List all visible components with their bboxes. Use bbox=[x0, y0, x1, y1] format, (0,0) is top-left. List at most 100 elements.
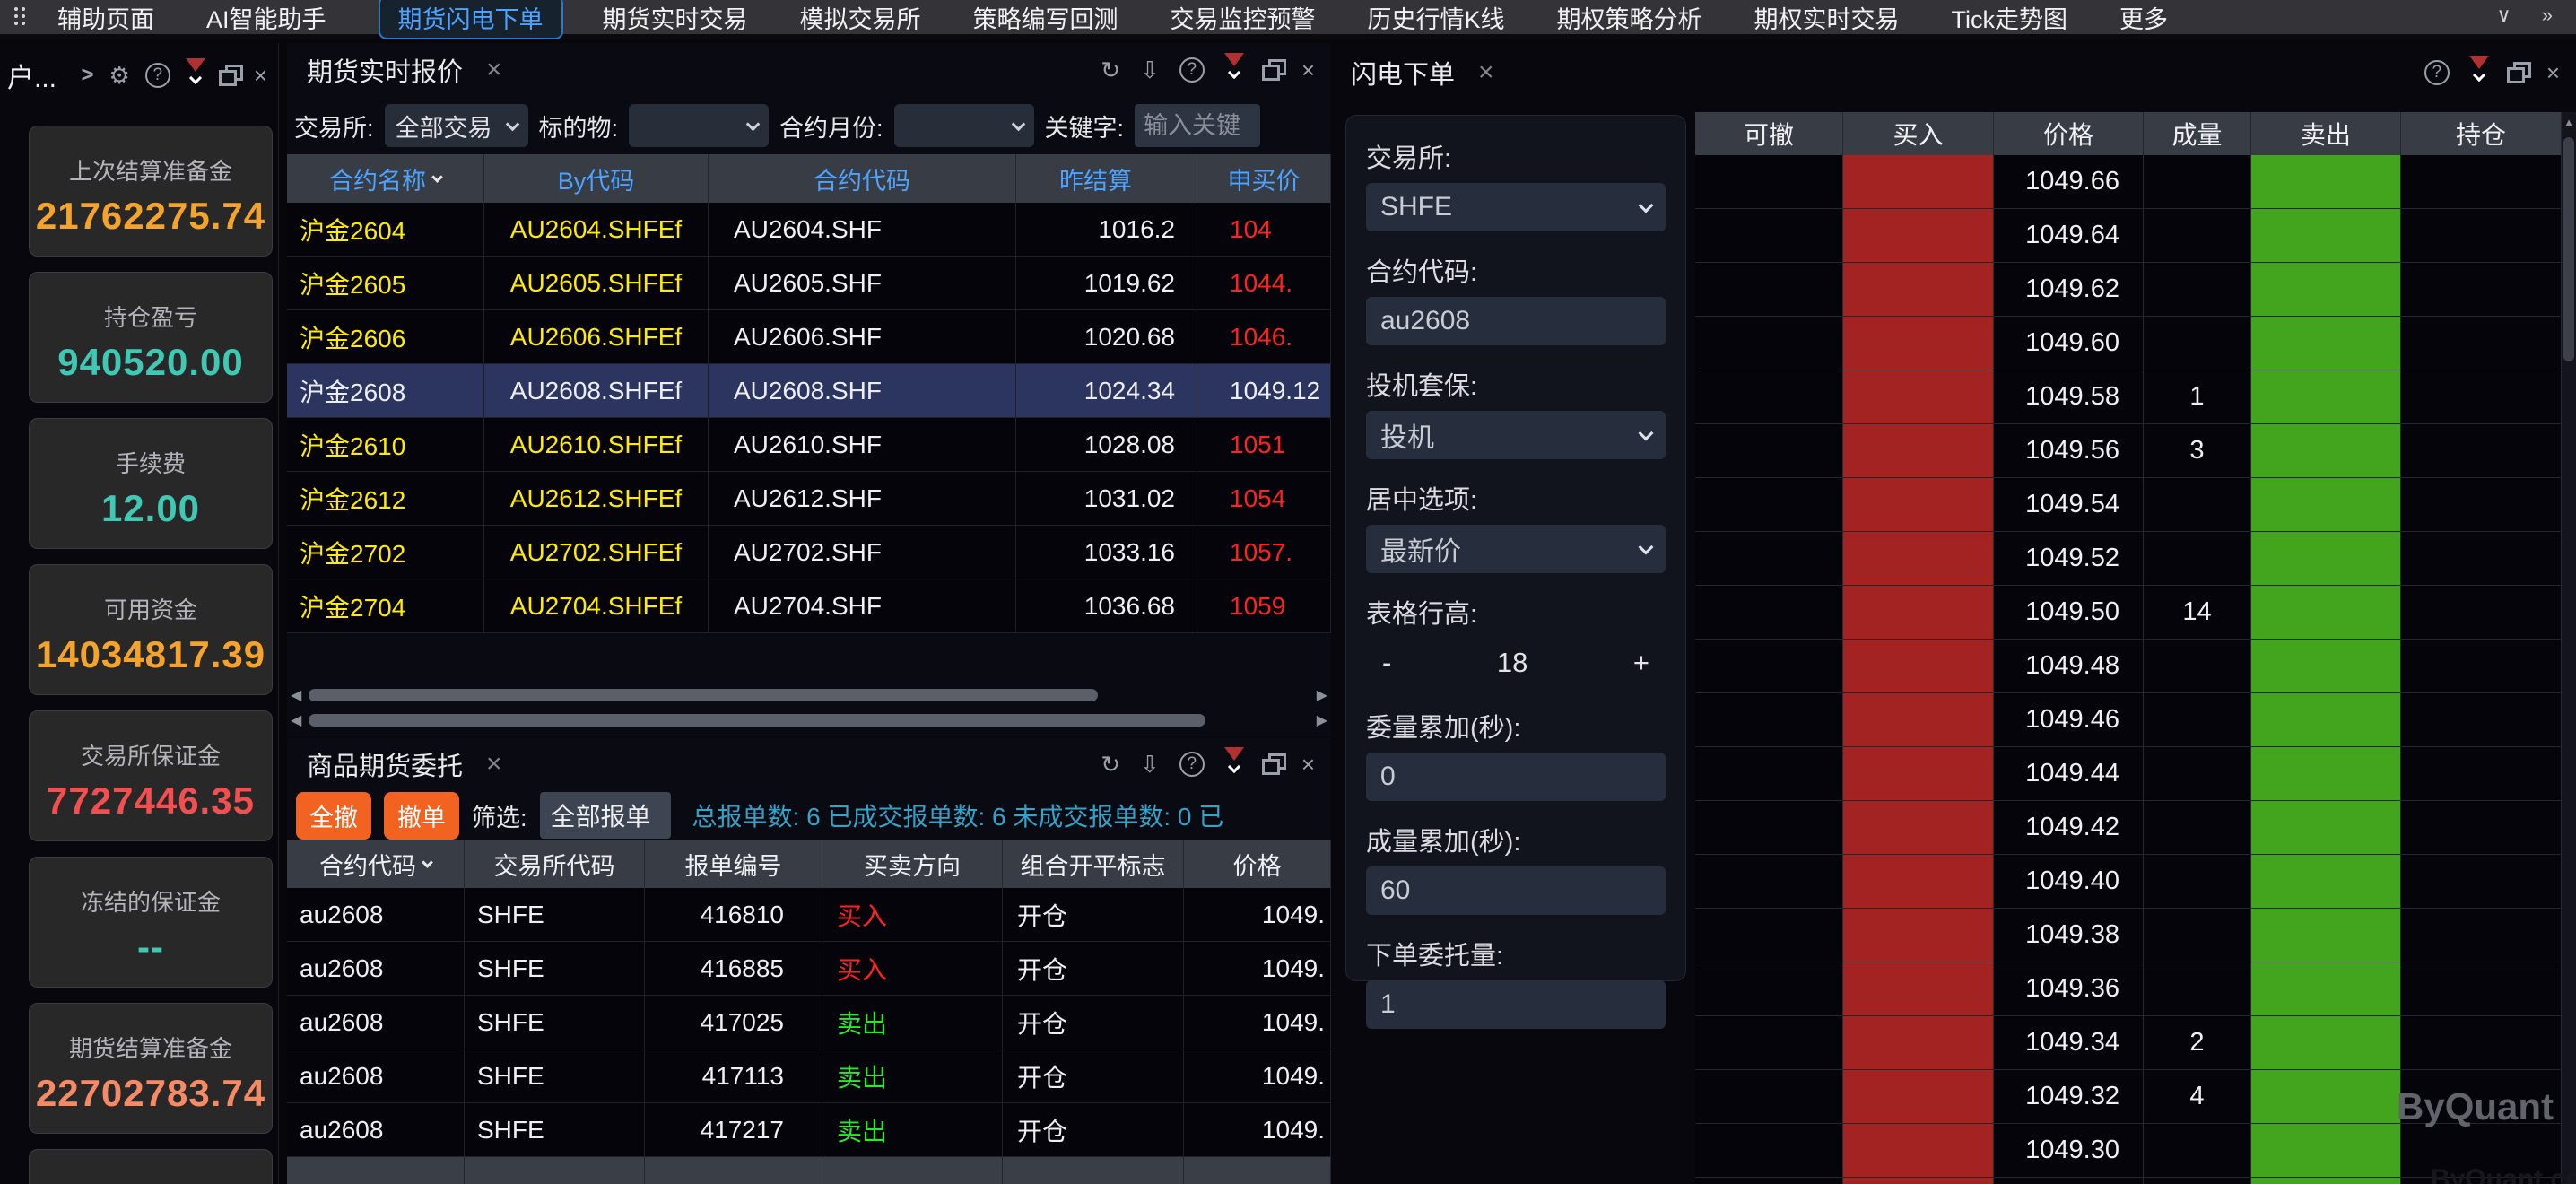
order-row-partial[interactable] bbox=[287, 1157, 1331, 1184]
quote-col-header[interactable]: 申买价 bbox=[1197, 154, 1331, 203]
help-icon[interactable]: ? bbox=[1179, 752, 1205, 777]
ladder-price-cell[interactable]: 1049.40 bbox=[1994, 855, 2144, 908]
orders-col-header[interactable]: 组合开平标志 bbox=[1003, 840, 1184, 888]
ladder-price-cell[interactable]: 1049.56 bbox=[1994, 424, 2144, 477]
order-row[interactable]: au2608SHFE416810买入开仓1049. bbox=[287, 888, 1331, 942]
ladder-sell-cell[interactable] bbox=[2251, 801, 2401, 854]
restore-window-icon[interactable] bbox=[1264, 63, 1282, 79]
ladder-sell-cell[interactable] bbox=[2251, 855, 2401, 908]
ladder-col-header[interactable]: 可撤 bbox=[1695, 112, 1843, 155]
pin-icon[interactable] bbox=[1224, 53, 1244, 87]
menu-overflow-icon[interactable]: ∨ » bbox=[2497, 4, 2565, 27]
horizontal-scrollbar[interactable]: ◀ ▶ bbox=[291, 685, 1327, 705]
ladder-price-cell[interactable]: 1049.66 bbox=[1994, 155, 2144, 208]
ladder-sell-cell[interactable] bbox=[2251, 1178, 2401, 1184]
scroll-up-icon[interactable]: ▲ bbox=[2562, 112, 2576, 129]
menu-item-期货实时交易[interactable]: 期货实时交易 bbox=[603, 0, 748, 35]
ladder-buy-cell[interactable] bbox=[1843, 1070, 1994, 1123]
export-icon[interactable]: ⇩ bbox=[1140, 753, 1160, 776]
ladder-row[interactable]: 1049.342 bbox=[1695, 1016, 2562, 1070]
ladder-price-cell[interactable]: 1049.50 bbox=[1994, 586, 2144, 639]
ladder-price-cell[interactable]: 1049.36 bbox=[1994, 962, 2144, 1015]
exchange-select[interactable]: SHFE bbox=[1366, 183, 1666, 231]
vertical-scrollbar[interactable]: ▲ bbox=[2562, 112, 2576, 1184]
ladder-cancel-cell[interactable] bbox=[1695, 640, 1843, 692]
quote-col-header[interactable]: 合约名称 bbox=[287, 154, 484, 203]
ladder-cancel-cell[interactable] bbox=[1695, 317, 1843, 370]
underlying-filter-select[interactable] bbox=[629, 104, 769, 147]
close-icon[interactable]: × bbox=[1301, 753, 1315, 776]
menu-item-Tick走势图[interactable]: Tick走势图 bbox=[1952, 0, 2068, 35]
minus-button[interactable]: - bbox=[1382, 647, 1391, 679]
contract-input[interactable]: au2608 bbox=[1366, 297, 1666, 345]
ladder-cancel-cell[interactable] bbox=[1695, 962, 1843, 1015]
ladder-cancel-cell[interactable] bbox=[1695, 855, 1843, 908]
ladder-row[interactable]: 1049.42 bbox=[1695, 801, 2562, 855]
quote-row[interactable]: 沪金2605AU2605.SHFEfAU2605.SHF1019.621044. bbox=[287, 257, 1331, 310]
pin-icon[interactable] bbox=[1224, 747, 1244, 781]
menu-item-期权实时交易[interactable]: 期权实时交易 bbox=[1754, 0, 1900, 35]
cancel-all-button[interactable]: 全撤 bbox=[296, 792, 371, 840]
ladder-price-cell[interactable]: 1049.52 bbox=[1994, 532, 2144, 585]
scroll-left-icon[interactable]: ◀ bbox=[291, 711, 307, 729]
ladder-buy-cell[interactable] bbox=[1843, 801, 1994, 854]
ladder-cancel-cell[interactable] bbox=[1695, 801, 1843, 854]
ladder-price-cell[interactable]: 1049.48 bbox=[1994, 640, 2144, 692]
ladder-buy-cell[interactable] bbox=[1843, 640, 1994, 692]
cancel-button[interactable]: 撤单 bbox=[384, 792, 459, 840]
menu-item-更多[interactable]: 更多 bbox=[2119, 0, 2168, 35]
ladder-cancel-cell[interactable] bbox=[1695, 263, 1843, 316]
scrollbar-thumb[interactable] bbox=[2563, 137, 2574, 361]
quote-col-header[interactable]: 昨结算 bbox=[1016, 154, 1197, 203]
ladder-price-cell[interactable]: 1049.60 bbox=[1994, 317, 2144, 370]
ladder-row[interactable]: 1049.563 bbox=[1695, 424, 2562, 478]
ladder-row[interactable]: 1049.46 bbox=[1695, 693, 2562, 747]
close-tab-icon[interactable]: × bbox=[486, 749, 502, 779]
exchange-filter-select[interactable]: 全部交易 bbox=[385, 104, 528, 147]
ladder-buy-cell[interactable] bbox=[1843, 370, 1994, 423]
ladder-buy-cell[interactable] bbox=[1843, 532, 1994, 585]
quote-row[interactable]: 沪金2612AU2612.SHFEfAU2612.SHF1031.021054 bbox=[287, 472, 1331, 526]
orders-col-header[interactable]: 报单编号 bbox=[645, 840, 822, 888]
restore-window-icon[interactable] bbox=[2509, 65, 2527, 82]
hedge-select[interactable]: 投机 bbox=[1366, 411, 1666, 459]
ladder-col-header[interactable]: 价格 bbox=[1994, 112, 2144, 155]
ladder-row[interactable]: 1049.48 bbox=[1695, 640, 2562, 693]
plus-button[interactable]: + bbox=[1633, 647, 1649, 679]
ladder-price-cell[interactable]: 1049.54 bbox=[1994, 478, 2144, 531]
ladder-price-cell[interactable]: 1049.28 bbox=[1994, 1178, 2144, 1184]
order-row[interactable]: au2608SHFE417025卖出开仓1049. bbox=[287, 996, 1331, 1049]
ladder-row[interactable]: 1049.60 bbox=[1695, 317, 2562, 370]
ladder-cancel-cell[interactable] bbox=[1695, 155, 1843, 208]
ladder-row[interactable]: 1049.54 bbox=[1695, 478, 2562, 532]
scroll-right-icon[interactable]: ▶ bbox=[1311, 686, 1327, 704]
help-icon[interactable]: ? bbox=[1179, 57, 1205, 83]
ladder-sell-cell[interactable] bbox=[2251, 478, 2401, 531]
ladder-row[interactable]: 1049.5014 bbox=[1695, 586, 2562, 640]
ladder-cancel-cell[interactable] bbox=[1695, 370, 1843, 423]
ladder-price-cell[interactable]: 1049.58 bbox=[1994, 370, 2144, 423]
pin-icon[interactable] bbox=[186, 58, 205, 92]
ladder-sell-cell[interactable] bbox=[2251, 909, 2401, 962]
ladder-sell-cell[interactable] bbox=[2251, 1016, 2401, 1069]
center-option-select[interactable]: 最新价 bbox=[1366, 525, 1666, 573]
orders-col-header[interactable]: 买卖方向 bbox=[822, 840, 1003, 888]
ladder-buy-cell[interactable] bbox=[1843, 855, 1994, 908]
ladder-sell-cell[interactable] bbox=[2251, 962, 2401, 1015]
ladder-buy-cell[interactable] bbox=[1843, 209, 1994, 262]
ladder-cancel-cell[interactable] bbox=[1695, 478, 1843, 531]
ladder-cancel-cell[interactable] bbox=[1695, 532, 1843, 585]
ladder-buy-cell[interactable] bbox=[1843, 693, 1994, 746]
ladder-sell-cell[interactable] bbox=[2251, 586, 2401, 639]
menu-item-期货闪电下单[interactable]: 期货闪电下单 bbox=[379, 0, 563, 39]
orders-col-header[interactable]: 合约代码 bbox=[287, 840, 465, 888]
ladder-sell-cell[interactable] bbox=[2251, 640, 2401, 692]
horizontal-scrollbar[interactable]: ◀ ▶ bbox=[291, 710, 1327, 730]
ladder-buy-cell[interactable] bbox=[1843, 263, 1994, 316]
ladder-buy-cell[interactable] bbox=[1843, 155, 1994, 208]
ladder-price-cell[interactable]: 1049.30 bbox=[1994, 1124, 2144, 1177]
order-row[interactable]: au2608SHFE417217卖出开仓1049. bbox=[287, 1103, 1331, 1157]
qty-input[interactable]: 1 bbox=[1366, 980, 1666, 1029]
quote-row[interactable]: 沪金2704AU2704.SHFEfAU2704.SHF1036.681059 bbox=[287, 579, 1331, 633]
ladder-row[interactable]: 1049.38 bbox=[1695, 909, 2562, 962]
